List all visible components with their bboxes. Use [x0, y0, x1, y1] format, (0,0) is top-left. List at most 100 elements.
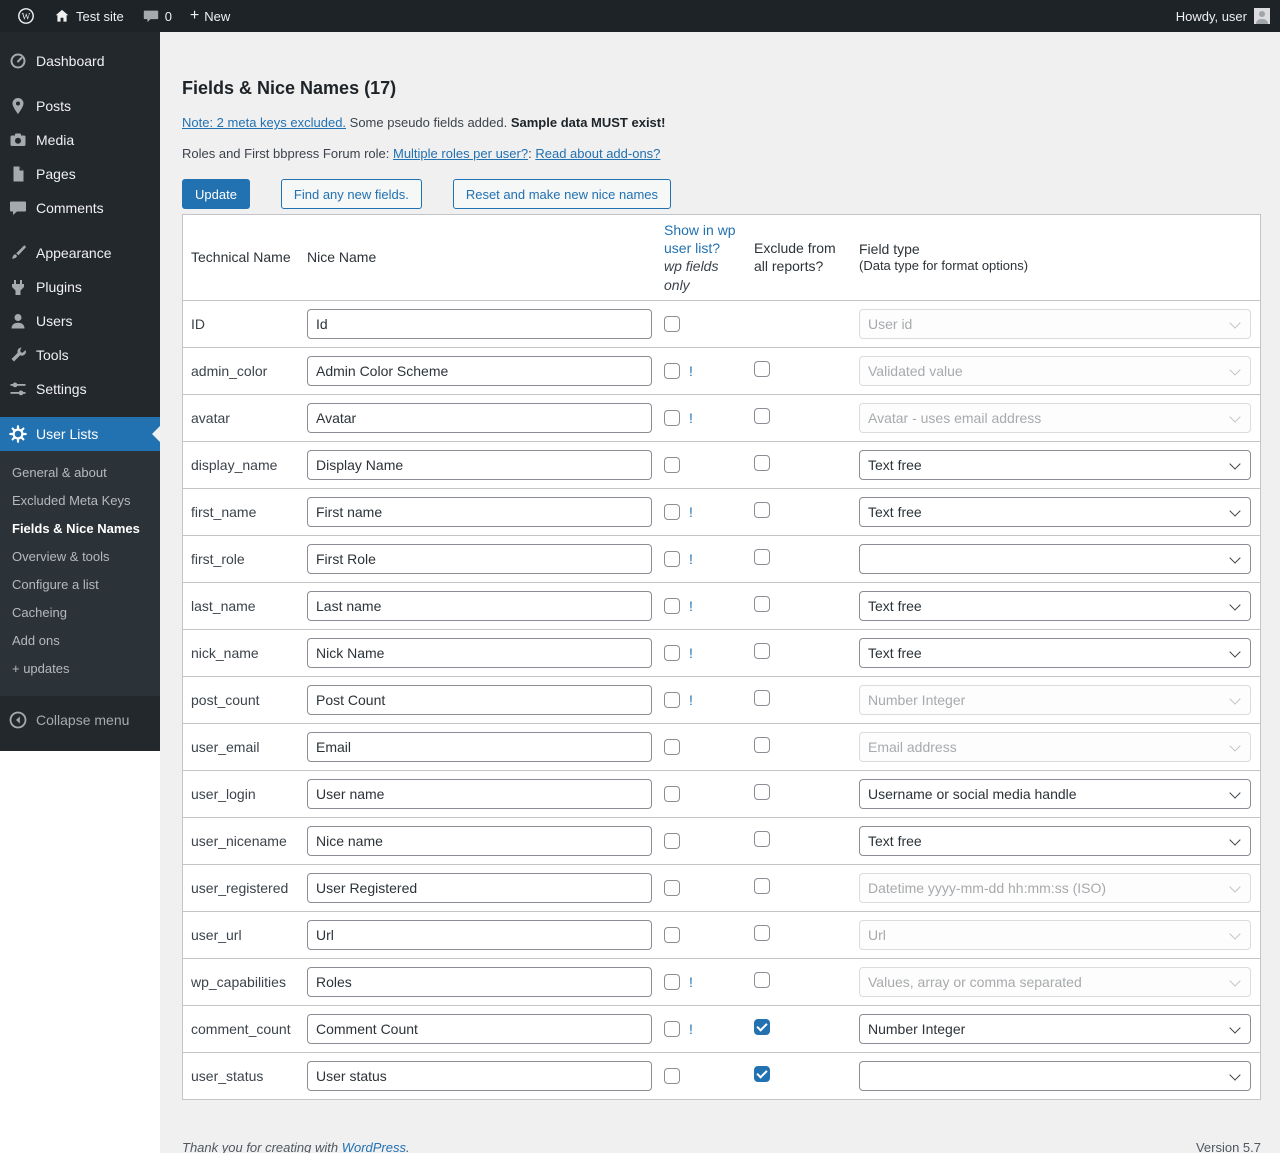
field-type-select[interactable]: Text free: [859, 497, 1251, 527]
show-in-list-checkbox[interactable]: [664, 551, 680, 567]
show-in-list-checkbox[interactable]: [664, 410, 680, 426]
field-type-select[interactable]: Text free: [859, 450, 1251, 480]
exclude-checkbox[interactable]: [754, 972, 770, 988]
field-type-select[interactable]: Number Integer: [859, 685, 1251, 715]
exclude-checkbox[interactable]: [754, 1019, 770, 1035]
show-in-list-checkbox[interactable]: [664, 1021, 680, 1037]
submenu-updates[interactable]: + updates: [0, 654, 160, 682]
sidebar-item-user-lists[interactable]: User Lists: [0, 417, 160, 451]
nice-name-input[interactable]: [307, 967, 652, 997]
field-type-select[interactable]: Avatar - uses email address: [859, 403, 1251, 433]
multiple-roles-link[interactable]: Multiple roles per user?: [393, 146, 528, 161]
field-type-select[interactable]: [859, 544, 1251, 574]
field-type-select[interactable]: Email address: [859, 732, 1251, 762]
submenu-overview-tools[interactable]: Overview & tools: [0, 542, 160, 570]
show-in-list-checkbox[interactable]: [664, 598, 680, 614]
sidebar-item-comments[interactable]: Comments: [0, 191, 160, 225]
site-name-menu[interactable]: Test site: [44, 0, 133, 32]
show-in-list-checkbox[interactable]: [664, 833, 680, 849]
nice-name-input[interactable]: [307, 309, 652, 339]
show-in-list-checkbox[interactable]: [664, 645, 680, 661]
collapse-menu-button[interactable]: Collapse menu: [0, 703, 160, 737]
exclude-checkbox[interactable]: [754, 549, 770, 565]
field-type-select[interactable]: Values, array or comma separated: [859, 967, 1251, 997]
exclude-checkbox[interactable]: [754, 784, 770, 800]
wordpress-footer-link[interactable]: WordPress: [342, 1140, 406, 1153]
field-type-select[interactable]: Number Integer: [859, 1014, 1251, 1044]
exclude-checkbox[interactable]: [754, 1066, 770, 1082]
show-in-list-checkbox[interactable]: [664, 316, 680, 332]
nice-name-input[interactable]: [307, 403, 652, 433]
nice-name-input[interactable]: [307, 591, 652, 621]
nice-name-input[interactable]: [307, 638, 652, 668]
sidebar-item-media[interactable]: Media: [0, 123, 160, 157]
show-in-list-checkbox[interactable]: [664, 880, 680, 896]
show-in-list-checkbox[interactable]: [664, 363, 680, 379]
sidebar-item-posts[interactable]: Posts: [0, 89, 160, 123]
field-type-select[interactable]: Validated value: [859, 356, 1251, 386]
show-in-wp-header-link[interactable]: Show in wp user list?: [664, 222, 736, 256]
avatar[interactable]: [1254, 8, 1270, 24]
field-type-select[interactable]: Text free: [859, 591, 1251, 621]
nice-name-input[interactable]: [307, 1061, 652, 1091]
field-type-select[interactable]: Text free: [859, 826, 1251, 856]
exclude-checkbox[interactable]: [754, 408, 770, 424]
sidebar-item-plugins[interactable]: Plugins: [0, 270, 160, 304]
submenu-fields-nice-names[interactable]: Fields & Nice Names: [0, 514, 160, 542]
submenu-add-ons[interactable]: Add ons: [0, 626, 160, 654]
submenu-excluded-meta-keys[interactable]: Excluded Meta Keys: [0, 486, 160, 514]
sidebar-item-settings[interactable]: Settings: [0, 372, 160, 406]
exclude-checkbox[interactable]: [754, 596, 770, 612]
exclude-checkbox[interactable]: [754, 878, 770, 894]
nice-name-input[interactable]: [307, 544, 652, 574]
read-about-addons-link[interactable]: Read about add-ons?: [535, 146, 660, 161]
show-in-list-checkbox[interactable]: [664, 1068, 680, 1084]
show-in-list-checkbox[interactable]: [664, 974, 680, 990]
nice-name-input[interactable]: [307, 685, 652, 715]
sidebar-item-tools[interactable]: Tools: [0, 338, 160, 372]
nice-name-input[interactable]: [307, 1014, 652, 1044]
show-in-list-checkbox[interactable]: [664, 739, 680, 755]
show-in-list-checkbox[interactable]: [664, 692, 680, 708]
exclude-checkbox[interactable]: [754, 690, 770, 706]
nice-name-input[interactable]: [307, 826, 652, 856]
exclude-checkbox[interactable]: [754, 925, 770, 941]
sidebar-item-users[interactable]: Users: [0, 304, 160, 338]
field-type-select[interactable]: Datetime yyyy-mm-dd hh:mm:ss (ISO): [859, 873, 1251, 903]
sidebar-item-dashboard[interactable]: Dashboard: [0, 44, 160, 78]
nice-name-input[interactable]: [307, 356, 652, 386]
sidebar-item-pages[interactable]: Pages: [0, 157, 160, 191]
meta-keys-excluded-link[interactable]: Note: 2 meta keys excluded.: [182, 115, 346, 130]
reset-nice-names-button[interactable]: Reset and make new nice names: [453, 179, 671, 209]
exclude-checkbox[interactable]: [754, 643, 770, 659]
show-in-list-checkbox[interactable]: [664, 927, 680, 943]
field-type-select[interactable]: [859, 1061, 1251, 1091]
nice-name-input[interactable]: [307, 779, 652, 809]
comments-menu[interactable]: 0: [133, 0, 181, 32]
field-type-select[interactable]: User id: [859, 309, 1251, 339]
exclude-checkbox[interactable]: [754, 737, 770, 753]
wordpress-logo-menu[interactable]: W: [8, 0, 44, 32]
exclude-checkbox[interactable]: [754, 361, 770, 377]
submenu-configure-a-list[interactable]: Configure a list: [0, 570, 160, 598]
nice-name-input[interactable]: [307, 450, 652, 480]
howdy-label[interactable]: Howdy, user: [1176, 9, 1247, 24]
nice-name-input[interactable]: [307, 732, 652, 762]
submenu-general-about[interactable]: General & about: [0, 458, 160, 486]
exclude-checkbox[interactable]: [754, 455, 770, 471]
find-new-fields-button[interactable]: Find any new fields.: [281, 179, 422, 209]
field-type-select[interactable]: Text free: [859, 638, 1251, 668]
field-type-select[interactable]: Url: [859, 920, 1251, 950]
show-in-list-checkbox[interactable]: [664, 786, 680, 802]
exclude-checkbox[interactable]: [754, 831, 770, 847]
submenu-cacheing[interactable]: Cacheing: [0, 598, 160, 626]
show-in-list-checkbox[interactable]: [664, 457, 680, 473]
field-type-select[interactable]: Username or social media handle: [859, 779, 1251, 809]
nice-name-input[interactable]: [307, 497, 652, 527]
exclude-checkbox[interactable]: [754, 502, 770, 518]
show-in-list-checkbox[interactable]: [664, 504, 680, 520]
update-button[interactable]: Update: [182, 179, 250, 209]
new-menu[interactable]: + New: [181, 0, 239, 32]
nice-name-input[interactable]: [307, 920, 652, 950]
nice-name-input[interactable]: [307, 873, 652, 903]
